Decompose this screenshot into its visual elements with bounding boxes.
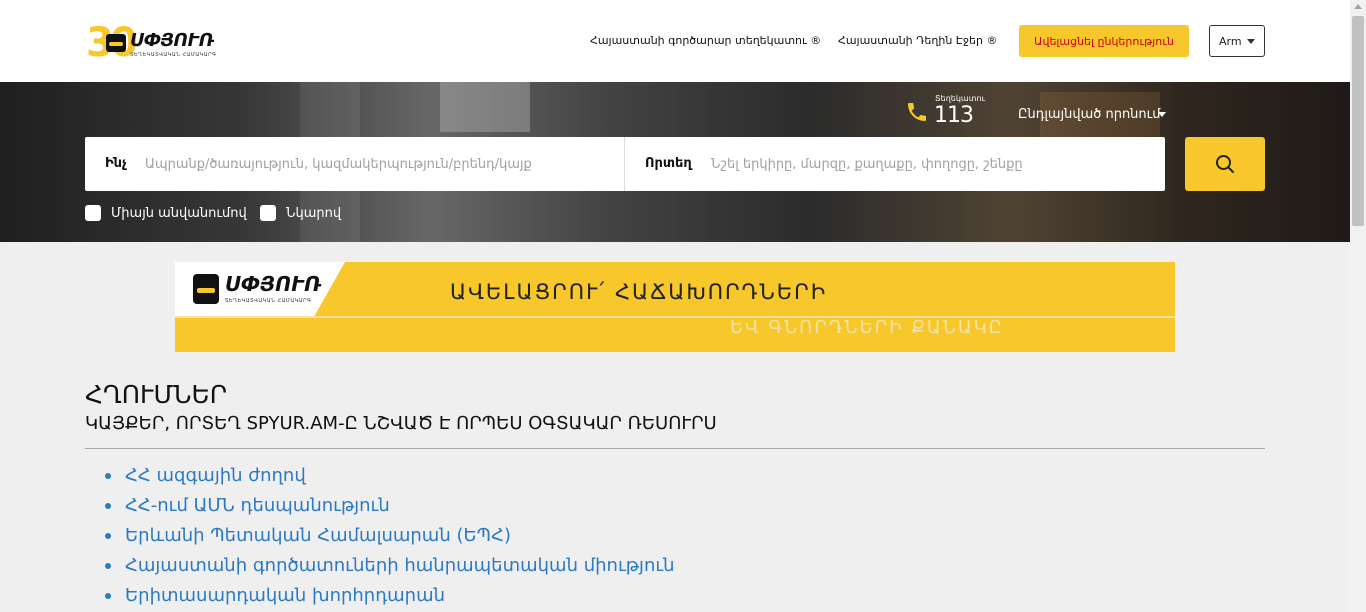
link-national-assembly[interactable]: ՀՀ ազգային ժողով — [125, 465, 306, 486]
hotline-number: 113 — [934, 103, 974, 128]
language-select-value: Arm — [1219, 34, 1242, 48]
hero-background-image — [440, 82, 530, 132]
list-item: ՀՀ-ում ԱՄՆ դեսպանություն — [105, 492, 675, 522]
banner-divider — [175, 316, 1175, 318]
promo-banner[interactable]: ՍՓՅՈՒՌ ՏԵՂԵԿԱՏՎԱԿԱՆ ՀԱՄԱԿԱՐԳ ԱՎԵԼԱՑՐՈՒ՛ … — [175, 262, 1175, 352]
checkbox-icon[interactable] — [85, 205, 101, 221]
caret-down-icon — [1158, 112, 1166, 117]
what-search-input[interactable] — [145, 149, 605, 179]
phone-icon — [908, 103, 926, 121]
banner-logo-tagline: ՏԵՂԵԿԱՏՎԱԿԱՆ ՀԱՄԱԿԱՐԳ — [225, 298, 312, 304]
search-form: Ինչ Որտեղ — [85, 137, 1165, 191]
hero-search-section: Տեղեկատու 113 Ընդլայնված որոնում Ինչ Որտ… — [0, 82, 1350, 242]
search-button[interactable] — [1185, 137, 1265, 191]
page-scrollbar[interactable] — [1350, 0, 1366, 612]
scroll-thumb[interactable] — [1352, 16, 1364, 226]
add-company-button[interactable]: Ավելացնել ընկերություն — [1019, 25, 1189, 57]
banner-logo-panel: ՍՓՅՈՒՌ ՏԵՂԵԿԱՏՎԱԿԱՆ ՀԱՄԱԿԱՐԳ — [175, 262, 345, 316]
list-item: Երիտասարդական խորհրդարան — [105, 582, 675, 612]
reference-links-list: ՀՀ ազգային ժողով ՀՀ-ում ԱՄՆ դեսպանությու… — [105, 462, 675, 612]
logo-mark-icon — [106, 34, 126, 52]
filter-name-only-checkbox[interactable]: Միայն անվանումով — [85, 205, 247, 221]
link-us-embassy[interactable]: ՀՀ-ում ԱՄՆ դեսպանություն — [125, 495, 390, 516]
filter-name-only-label: Միայն անվանումով — [111, 205, 247, 221]
link-youth-parliament[interactable]: Երիտասարդական խորհրդարան — [125, 585, 445, 606]
site-logo[interactable]: 30 ՍՓՅՈՒՌ ՏԵՂԵԿԱՏՎԱԿԱՆ ՀԱՄԱԿԱՐԳ — [86, 20, 216, 66]
hotline-label: Տեղեկատու — [935, 94, 986, 103]
page-title: ՀՂՈՒՄՆԵՐ — [85, 380, 228, 409]
nav-business-directory[interactable]: Հայաստանի գործարար տեղեկատու ® — [590, 34, 821, 47]
banner-subheadline: ԵՎ ԳՆՈՐԴՆԵՐԻ ՔԱՆԱԿԸ — [730, 317, 1004, 338]
checkbox-icon[interactable] — [260, 205, 276, 221]
caret-down-icon — [1247, 39, 1255, 44]
section-divider — [85, 448, 1265, 449]
banner-logo-mark-icon — [193, 274, 219, 304]
scroll-up-arrow-icon[interactable] — [1354, 4, 1362, 9]
logo-wordmark: ՍՓՅՈՒՌ — [130, 30, 214, 51]
list-item: Երևանի Պետական Համալսարան (ԵՊՀ) — [105, 522, 675, 552]
logo-tagline: ՏԵՂԵԿԱՏՎԱԿԱՆ ՀԱՄԱԿԱՐԳ — [130, 52, 217, 58]
banner-headline: ԱՎԵԼԱՑՐՈՒ՛ ՀԱՃԱԽՈՐԴՆԵՐԻ — [450, 280, 828, 304]
filter-with-photo-checkbox[interactable]: Նկարով — [260, 205, 341, 221]
where-search-input[interactable] — [711, 149, 1151, 179]
page-subtitle: ԿԱՅՔԵՐ, ՈՐՏԵՂ SPYUR.AM-Ը ՆՇՎԱԾ Է ՈՐՊԵՍ Օ… — [85, 413, 717, 434]
advanced-search-toggle[interactable]: Ընդլայնված որոնում — [1018, 107, 1161, 122]
banner-logo-wordmark: ՍՓՅՈՒՌ — [225, 272, 322, 296]
where-field-label: Որտեղ — [645, 156, 692, 171]
search-field-divider — [624, 137, 625, 191]
list-item: Հայաստանի գործատուների հանրապետական միու… — [105, 552, 675, 582]
site-header: 30 ՍՓՅՈՒՌ ՏԵՂԵԿԱՏՎԱԿԱՆ ՀԱՄԱԿԱՐԳ Հայաստան… — [0, 0, 1350, 82]
what-field-label: Ինչ — [105, 156, 127, 171]
language-select[interactable]: Arm — [1209, 25, 1265, 57]
link-employers-union[interactable]: Հայաստանի գործատուների հանրապետական միու… — [125, 555, 675, 576]
list-item: ՀՀ ազգային ժողով — [105, 462, 675, 492]
nav-yellow-pages[interactable]: Հայաստանի Դեղին Էջեր ® — [838, 34, 997, 47]
link-yerevan-state-university[interactable]: Երևանի Պետական Համալսարան (ԵՊՀ) — [125, 525, 511, 546]
filter-with-photo-label: Նկարով — [286, 205, 342, 221]
search-icon — [1216, 155, 1234, 173]
